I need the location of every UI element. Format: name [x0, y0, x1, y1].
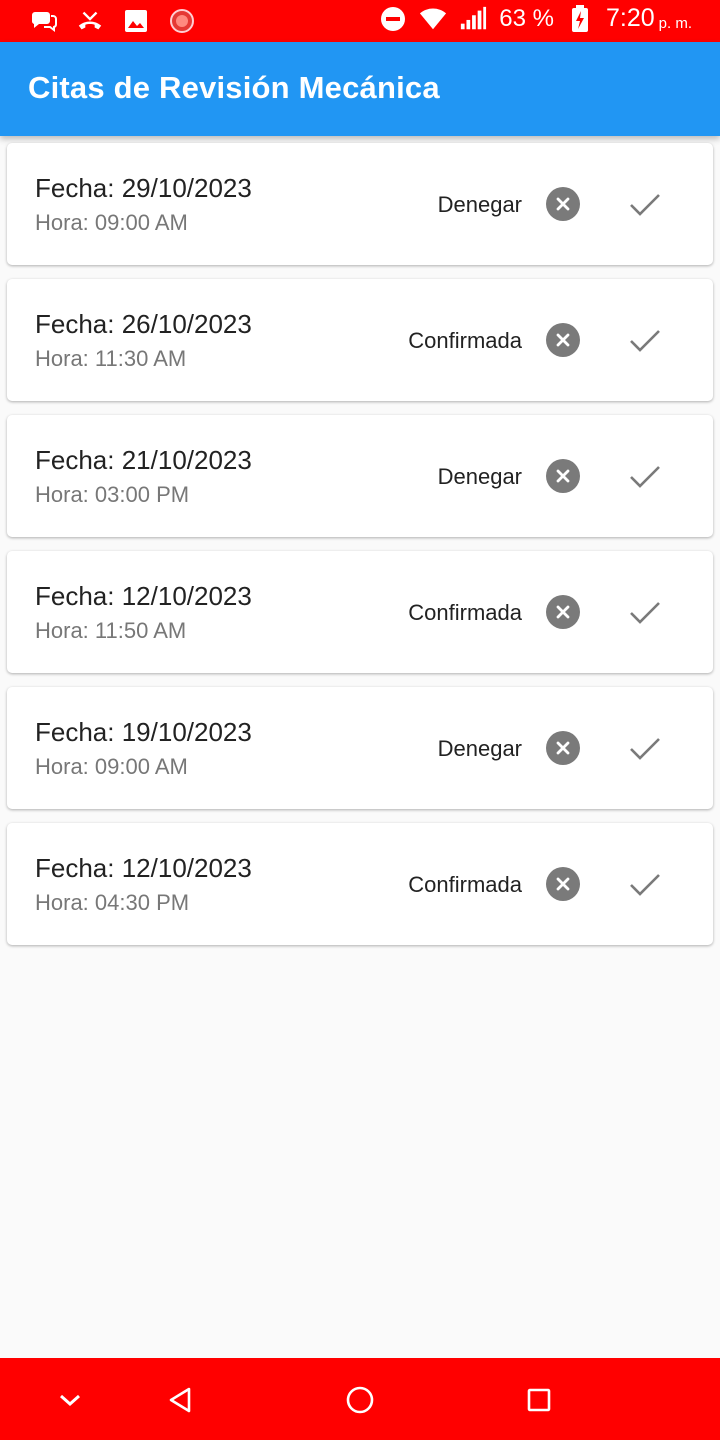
appointment-card: Fecha: 26/10/2023 Hora: 11:30 AM Confirm…	[7, 279, 713, 401]
do-not-disturb-icon	[379, 5, 407, 33]
confirm-button[interactable]	[627, 595, 663, 631]
cancel-button[interactable]	[546, 731, 580, 765]
collapse-icon	[58, 1392, 82, 1408]
cancel-circle-icon	[555, 332, 571, 348]
check-icon	[629, 600, 661, 626]
appointment-date: Fecha: 12/10/2023	[35, 853, 252, 883]
check-icon	[629, 872, 661, 898]
record-icon	[168, 7, 196, 35]
check-icon	[629, 464, 661, 490]
battery-percentage: 63 %	[499, 4, 554, 32]
missed-call-icon	[76, 7, 104, 35]
back-icon	[167, 1386, 193, 1414]
appointment-time: Hora: 04:30 PM	[35, 890, 190, 915]
appointment-card: Fecha: 19/10/2023 Hora: 09:00 AM Denegar	[7, 687, 713, 809]
appointment-card: Fecha: 12/10/2023 Hora: 04:30 PM Confirm…	[7, 823, 713, 945]
navigation-bar	[0, 1358, 720, 1440]
battery-charging-icon	[566, 4, 594, 33]
appointment-date: Fecha: 21/10/2023	[35, 445, 252, 475]
appointment-status: Confirmada	[408, 872, 522, 897]
page-title: Citas de Revisión Mecánica	[28, 70, 440, 105]
back-button[interactable]	[162, 1382, 198, 1418]
signal-icon	[459, 5, 487, 33]
check-icon	[629, 192, 661, 218]
appointment-card: Fecha: 12/10/2023 Hora: 11:50 AM Confirm…	[7, 551, 713, 673]
cancel-circle-icon	[555, 468, 571, 484]
image-icon	[122, 7, 150, 35]
cancel-circle-icon	[555, 740, 571, 756]
cancel-button[interactable]	[546, 595, 580, 629]
appointment-time: Hora: 11:30 AM	[35, 346, 187, 371]
confirm-button[interactable]	[627, 323, 663, 359]
cancel-button[interactable]	[546, 867, 580, 901]
cancel-circle-icon	[555, 876, 571, 892]
appointment-time: Hora: 09:00 AM	[35, 210, 188, 235]
cancel-button[interactable]	[546, 323, 580, 357]
messages-icon	[30, 7, 58, 35]
appointment-status: Denegar	[437, 736, 522, 761]
home-button[interactable]	[342, 1382, 378, 1418]
appointment-date: Fecha: 29/10/2023	[35, 173, 252, 203]
appointment-status: Confirmada	[408, 328, 522, 353]
clock: 7:20 p. m.	[605, 4, 692, 32]
app-bar: Citas de Revisión Mecánica	[0, 42, 720, 136]
appointment-date: Fecha: 26/10/2023	[35, 309, 252, 339]
appointment-time: Hora: 03:00 PM	[35, 482, 190, 507]
appointment-list: Fecha: 29/10/2023 Hora: 09:00 AM Denegar…	[7, 143, 713, 959]
collapse-button[interactable]	[52, 1382, 88, 1418]
wifi-icon	[419, 5, 447, 33]
recents-button[interactable]	[521, 1382, 557, 1418]
check-icon	[629, 328, 661, 354]
confirm-button[interactable]	[627, 187, 663, 223]
home-icon	[345, 1385, 375, 1415]
confirm-button[interactable]	[627, 867, 663, 903]
status-bar: 63 % 7:20 p. m.	[0, 0, 720, 42]
cancel-circle-icon	[555, 196, 571, 212]
appointment-status: Denegar	[437, 464, 522, 489]
appointment-date: Fecha: 19/10/2023	[35, 717, 252, 747]
confirm-button[interactable]	[627, 731, 663, 767]
cancel-button[interactable]	[546, 187, 580, 221]
confirm-button[interactable]	[627, 459, 663, 495]
appointment-time: Hora: 11:50 AM	[35, 618, 187, 643]
cancel-button[interactable]	[546, 459, 580, 493]
appointment-status: Confirmada	[408, 600, 522, 625]
appointment-status: Denegar	[437, 192, 522, 217]
check-icon	[629, 736, 661, 762]
appointment-card: Fecha: 29/10/2023 Hora: 09:00 AM Denegar	[7, 143, 713, 265]
cancel-circle-icon	[555, 604, 571, 620]
recents-icon	[526, 1387, 552, 1413]
appointment-time: Hora: 09:00 AM	[35, 754, 188, 779]
notification-icons	[30, 7, 196, 35]
system-indicators: 63 % 7:20 p. m.	[379, 4, 692, 33]
appointment-date: Fecha: 12/10/2023	[35, 581, 252, 611]
appointment-card: Fecha: 21/10/2023 Hora: 03:00 PM Denegar	[7, 415, 713, 537]
